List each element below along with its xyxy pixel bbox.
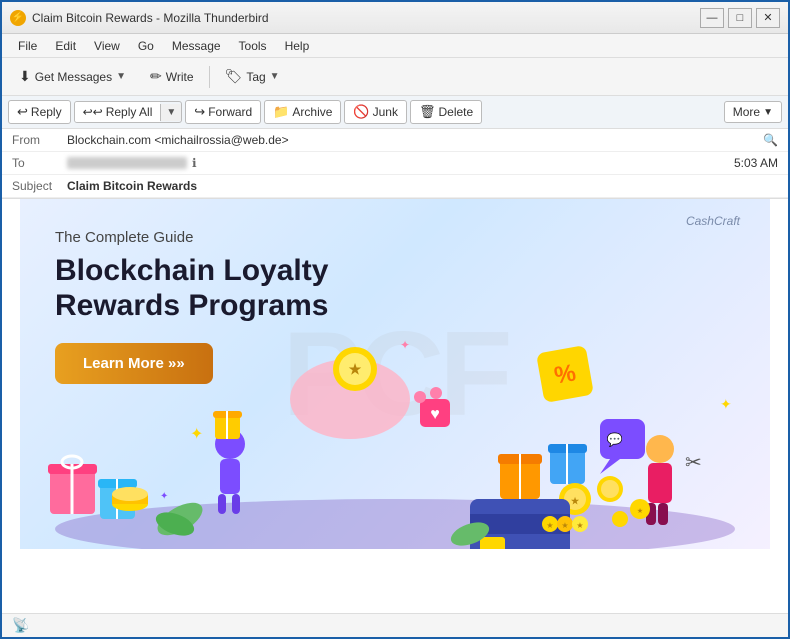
get-messages-dropdown-icon[interactable]: ▼ xyxy=(116,71,126,82)
email-time: 5:03 AM xyxy=(734,156,778,170)
reply-all-dropdown[interactable]: ▼ xyxy=(160,104,181,121)
archive-label: Archive xyxy=(292,105,332,119)
toolbar: ⬇ Get Messages ▼ ✏ Write 🏷 Tag ▼ xyxy=(2,58,788,96)
subject-value: Claim Bitcoin Rewards xyxy=(67,179,778,193)
svg-text:♥: ♥ xyxy=(430,406,440,423)
reply-all-button[interactable]: ↩↩ Reply All xyxy=(75,102,161,122)
from-field: From Blockchain.com <michailrossia@web.d… xyxy=(2,129,788,152)
email-body: PCF CashCraft The Complete Guide Blockch… xyxy=(2,199,788,613)
junk-icon: 🚫 xyxy=(353,104,369,120)
more-button[interactable]: More ▼ xyxy=(724,101,782,123)
svg-text:✦: ✦ xyxy=(190,426,203,443)
delete-button[interactable]: 🗑 Delete xyxy=(410,100,482,124)
svg-text:✦: ✦ xyxy=(400,338,410,352)
sender-info-icon[interactable]: 🔍 xyxy=(763,133,778,147)
reply-label: Reply xyxy=(31,105,62,119)
get-messages-label: Get Messages xyxy=(35,70,112,84)
delete-icon: 🗑 xyxy=(419,104,436,120)
delete-label: Delete xyxy=(438,105,473,119)
forward-icon: ↪ xyxy=(194,104,205,120)
tag-button[interactable]: 🏷 Tag ▼ xyxy=(216,64,289,89)
svg-text:★: ★ xyxy=(571,496,580,506)
to-field: To ℹ 5:03 AM xyxy=(2,152,788,175)
svg-text:✦: ✦ xyxy=(160,491,168,502)
cashcraft-logo: CashCraft xyxy=(686,214,740,228)
svg-text:✦: ✦ xyxy=(720,396,732,412)
menu-bar: File Edit View Go Message Tools Help xyxy=(2,34,788,58)
email-content: PCF CashCraft The Complete Guide Blockch… xyxy=(20,199,770,549)
title-bar-left: ⚡ Claim Bitcoin Rewards - Mozilla Thunde… xyxy=(10,10,269,26)
svg-text:★: ★ xyxy=(349,361,362,377)
app-icon: ⚡ xyxy=(10,10,26,26)
banner-subtitle: The Complete Guide xyxy=(55,229,735,246)
menu-tools[interactable]: Tools xyxy=(231,37,275,55)
get-messages-button[interactable]: ⬇ Get Messages ▼ xyxy=(10,64,135,89)
maximize-button[interactable]: □ xyxy=(728,8,752,28)
write-button[interactable]: ✏ Write xyxy=(141,64,203,89)
tag-label: Tag xyxy=(246,70,265,84)
menu-file[interactable]: File xyxy=(10,37,45,55)
junk-label: Junk xyxy=(373,105,398,119)
reply-all-split-button: ↩↩ Reply All ▼ xyxy=(74,101,183,123)
menu-view[interactable]: View xyxy=(86,37,128,55)
more-dropdown-icon: ▼ xyxy=(763,107,773,118)
forward-label: Forward xyxy=(208,105,252,119)
archive-icon: 📁 xyxy=(273,104,289,120)
close-button[interactable]: ✕ xyxy=(756,8,780,28)
svg-text:💬: 💬 xyxy=(607,432,623,447)
archive-button[interactable]: 📁 Archive xyxy=(264,100,341,124)
write-label: Write xyxy=(166,70,194,84)
recipient-info-icon[interactable]: ℹ xyxy=(192,156,197,170)
email-banner: PCF CashCraft The Complete Guide Blockch… xyxy=(20,199,770,549)
window-title: Claim Bitcoin Rewards - Mozilla Thunderb… xyxy=(32,11,269,25)
menu-edit[interactable]: Edit xyxy=(47,37,84,55)
email-header: ↩ Reply ↩↩ Reply All ▼ ↪ Forward 📁 Archi… xyxy=(2,96,788,199)
recipient-value xyxy=(67,157,187,169)
title-bar-controls: — □ ✕ xyxy=(700,8,780,28)
svg-text:✂: ✂ xyxy=(685,452,702,474)
junk-button[interactable]: 🚫 Junk xyxy=(344,100,407,124)
menu-message[interactable]: Message xyxy=(164,37,229,55)
minimize-button[interactable]: — xyxy=(700,8,724,28)
subject-label: Subject xyxy=(12,179,67,193)
banner-illustration: ★ ♥ % xyxy=(20,289,770,549)
svg-text:★: ★ xyxy=(576,521,583,530)
toolbar-divider xyxy=(209,66,210,88)
reply-all-icon: ↩↩ xyxy=(83,105,103,119)
menu-help[interactable]: Help xyxy=(277,37,318,55)
svg-text:★: ★ xyxy=(561,521,568,530)
reply-all-label: Reply All xyxy=(106,105,153,119)
title-bar: ⚡ Claim Bitcoin Rewards - Mozilla Thunde… xyxy=(2,2,788,34)
connection-icon: 📡 xyxy=(12,617,29,634)
from-value: Blockchain.com <michailrossia@web.de> xyxy=(67,133,758,147)
forward-button[interactable]: ↪ Forward xyxy=(185,100,261,124)
svg-text:★: ★ xyxy=(546,521,553,530)
write-icon: ✏ xyxy=(150,68,162,85)
subject-field: Subject Claim Bitcoin Rewards xyxy=(2,175,788,198)
tag-icon: 🏷 xyxy=(225,68,243,85)
app-window: ⚡ Claim Bitcoin Rewards - Mozilla Thunde… xyxy=(0,0,790,639)
get-messages-icon: ⬇ xyxy=(19,68,31,85)
more-label: More xyxy=(733,105,760,119)
status-bar: 📡 xyxy=(2,613,788,637)
reply-button[interactable]: ↩ Reply xyxy=(8,100,71,124)
tag-dropdown-icon[interactable]: ▼ xyxy=(270,71,280,82)
reply-icon: ↩ xyxy=(17,104,28,120)
email-action-toolbar: ↩ Reply ↩↩ Reply All ▼ ↪ Forward 📁 Archi… xyxy=(2,96,788,129)
from-label: From xyxy=(12,133,67,147)
menu-go[interactable]: Go xyxy=(130,37,162,55)
svg-text:★: ★ xyxy=(637,507,643,515)
to-label: To xyxy=(12,156,67,170)
